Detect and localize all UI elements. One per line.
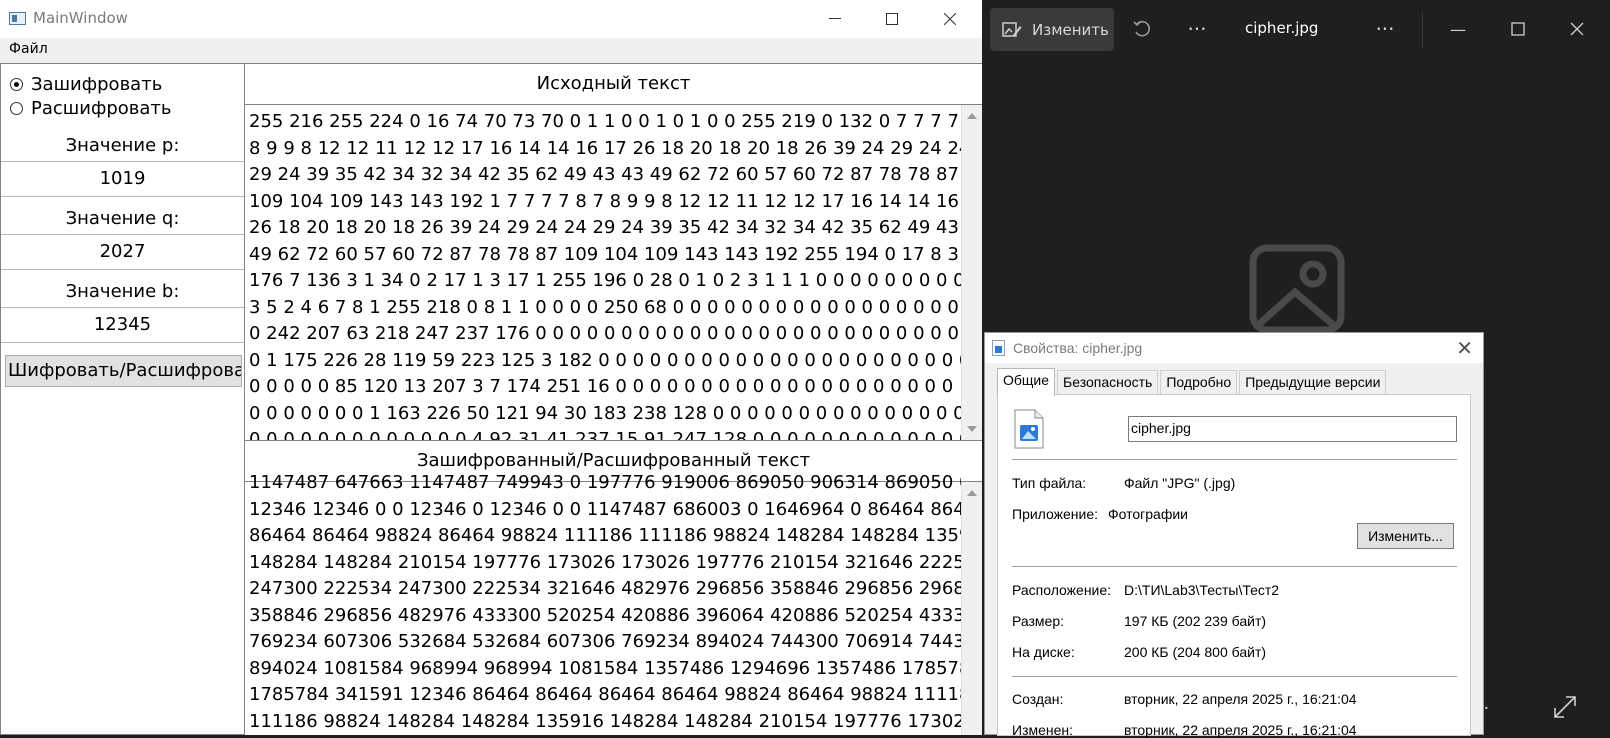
size-value: 197 КБ (202 239 байт)	[1124, 613, 1267, 629]
menu-bar: Файл	[0, 38, 982, 63]
app-value: Фотографии	[1108, 506, 1189, 522]
menu-file[interactable]: Файл	[9, 41, 48, 57]
edit-image-icon	[1002, 21, 1022, 37]
scroll-up-icon[interactable]	[967, 113, 977, 119]
general-tab-panel: cipher.jpg Тип файла: Файл "JPG" (.jpg) …	[997, 394, 1471, 738]
scroll-down-icon[interactable]	[967, 426, 977, 432]
main-window: MainWindow Файл Зашифровать Расшифровать…	[0, 0, 982, 735]
radio-encrypt[interactable]: Зашифровать	[10, 74, 162, 95]
edit-image-label: Изменить	[1032, 20, 1109, 39]
created-value: вторник, 22 апреля 2025 г., 16:21:04	[1124, 691, 1357, 707]
photos-toolbar: Изменить ··· cipher.jpg ··· —	[982, 0, 1610, 58]
tab-previous-versions[interactable]: Предыдущие версии	[1239, 370, 1387, 395]
image-placeholder-icon	[1249, 244, 1345, 334]
radio-unchecked-icon	[10, 102, 23, 115]
divider	[1012, 566, 1457, 567]
location-label: Расположение:	[1012, 582, 1112, 598]
q-label: Значение q:	[65, 208, 180, 229]
file-type-label: Тип файла:	[1012, 475, 1087, 491]
tab-details[interactable]: Подробно	[1160, 370, 1238, 395]
q-input[interactable]: 2027	[1, 234, 244, 270]
p-label: Значение p:	[65, 135, 180, 156]
b-input[interactable]: 12345	[1, 307, 244, 343]
app-label: Приложение:	[1012, 506, 1099, 522]
result-text-pane: Зашифрованный/Расшифрованный текст 11474…	[245, 440, 982, 735]
radio-checked-icon	[10, 78, 23, 91]
radio-decrypt-label: Расшифровать	[31, 98, 172, 119]
minimize-icon[interactable]: —	[1443, 14, 1473, 44]
tab-security[interactable]: Безопасность	[1057, 370, 1159, 395]
properties-dialog: Свойства: cipher.jpg ✕ Общие Безопасност…	[984, 332, 1484, 738]
scroll-up-icon[interactable]	[967, 490, 977, 496]
minimize-icon[interactable]	[806, 0, 864, 38]
toolbar-divider	[1422, 12, 1423, 48]
photos-file-title: cipher.jpg	[1245, 19, 1319, 37]
p-input[interactable]: 1019	[1, 161, 244, 197]
edit-image-button[interactable]: Изменить	[990, 8, 1114, 51]
app-icon	[9, 12, 26, 25]
maximize-icon[interactable]	[1503, 14, 1533, 44]
disk-size-label: На диске:	[1012, 644, 1075, 660]
divider	[1012, 459, 1457, 460]
properties-titlebar: Свойства: cipher.jpg ✕	[985, 333, 1483, 363]
b-label: Значение b:	[65, 281, 180, 302]
location-value: D:\ТИ\Lab3\Тесты\Тест2	[1124, 582, 1280, 598]
source-textarea[interactable]: 255 216 255 224 0 16 74 70 73 70 0 1 1 0…	[249, 109, 961, 440]
rotate-icon	[1133, 20, 1150, 37]
disk-size-value: 200 КБ (204 800 байт)	[1124, 644, 1267, 660]
close-icon[interactable]	[921, 0, 979, 38]
rotate-button[interactable]	[1127, 14, 1157, 44]
more-options-icon[interactable]: ···	[1182, 14, 1212, 44]
modified-value: вторник, 22 апреля 2025 г., 16:21:04	[1124, 722, 1357, 738]
close-icon[interactable]: ✕	[1456, 336, 1473, 361]
source-text-pane: Исходный текст 255 216 255 224 0 16 74 7…	[245, 63, 982, 440]
source-text-header: Исходный текст	[245, 63, 982, 105]
more-menu-icon[interactable]: ···	[1370, 14, 1400, 44]
result-textarea[interactable]: 1147487 647663 1147487 749943 0 197776 9…	[249, 470, 961, 735]
image-file-icon	[1014, 409, 1044, 449]
maximize-icon[interactable]	[863, 0, 921, 38]
file-type-value: Файл "JPG" (.jpg)	[1124, 475, 1236, 491]
window-title: MainWindow	[33, 9, 128, 27]
jpg-file-icon	[992, 340, 1005, 356]
tab-general[interactable]: Общие	[997, 368, 1056, 396]
radio-encrypt-label: Зашифровать	[31, 74, 163, 95]
source-scrollbar[interactable]	[961, 105, 982, 440]
settings-panel: Зашифровать Расшифровать Значение p: 101…	[0, 63, 245, 735]
filename-input[interactable]: cipher.jpg	[1128, 416, 1457, 442]
radio-decrypt[interactable]: Расшифровать	[10, 98, 172, 119]
change-app-button[interactable]: Изменить...	[1357, 523, 1454, 549]
encrypt-decrypt-button[interactable]: Шифровать/Расшифровать	[5, 355, 242, 387]
properties-title: Свойства: cipher.jpg	[1013, 340, 1143, 356]
properties-tabs: Общие Безопасность Подробно Предыдущие в…	[997, 368, 1388, 396]
close-icon[interactable]	[1562, 14, 1592, 44]
divider	[1012, 676, 1457, 677]
result-scrollbar[interactable]	[961, 482, 982, 735]
main-window-titlebar: MainWindow	[0, 0, 982, 38]
created-label: Создан:	[1012, 691, 1064, 707]
modified-label: Изменен:	[1012, 722, 1074, 738]
fullscreen-icon[interactable]	[1552, 694, 1578, 720]
size-label: Размер:	[1012, 613, 1065, 629]
